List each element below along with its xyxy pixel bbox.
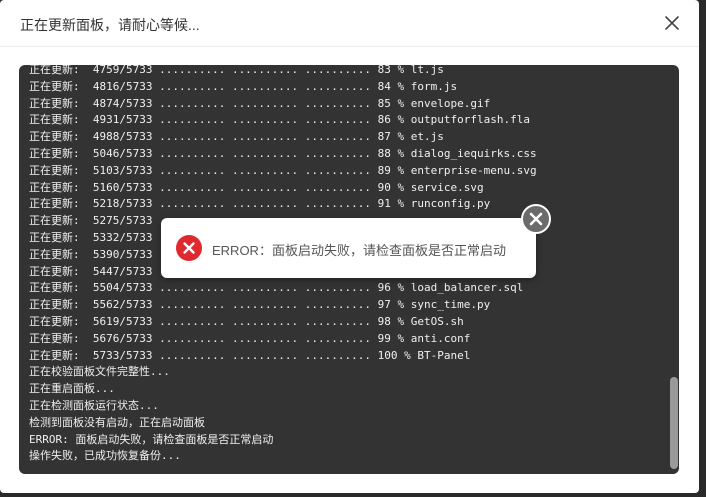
close-icon <box>665 16 679 30</box>
log-line: 正在更新: 4988/5733 .......... .......... ..… <box>29 130 444 144</box>
dialog-title: 正在更新面板，请耐心等候... <box>20 17 200 33</box>
error-toast: ERROR：面板启动失败，请检查面板是否正常启动 <box>161 218 536 278</box>
error-icon <box>176 235 202 261</box>
dialog-close-button[interactable] <box>662 13 682 33</box>
log-line: 正在重启面板... <box>29 382 115 396</box>
log-line: 正在更新: 5676/5733 .......... .......... ..… <box>29 331 471 345</box>
log-line: 操作失败，已成功恢复备份... <box>29 449 181 463</box>
log-line: 正在更新: 5619/5733 .......... .......... ..… <box>29 314 464 328</box>
log-line: 正在更新: 4816/5733 .......... .......... ..… <box>29 79 458 93</box>
log-line: 正在校验面板文件完整性... <box>29 365 170 379</box>
dialog-header: 正在更新面板，请耐心等候... <box>0 0 699 47</box>
log-line: 正在更新: 4931/5733 .......... .......... ..… <box>29 113 530 127</box>
log-line: 正在更新: 5103/5733 .......... .......... ..… <box>29 163 537 177</box>
toast-close-button[interactable] <box>521 204 551 234</box>
log-line: 正在检测面板运行状态... <box>29 398 159 412</box>
console-scrollbar-thumb[interactable] <box>670 377 678 469</box>
log-line: 检测到面板没有启动，正在启动面板 <box>29 415 205 429</box>
error-toast-message: ERROR：面板启动失败，请检查面板是否正常启动 <box>212 243 506 258</box>
log-line: 正在更新: 5733/5733 .......... .......... ..… <box>29 348 471 362</box>
close-circle-icon <box>521 204 551 234</box>
log-line: 正在更新: 5046/5733 .......... .......... ..… <box>29 146 537 160</box>
log-line: 正在更新: 4874/5733 .......... .......... ..… <box>29 96 491 110</box>
log-line: 正在更新: 5562/5733 .......... .......... ..… <box>29 298 491 312</box>
log-line: 正在更新: 5504/5733 .......... .......... ..… <box>29 281 524 295</box>
log-line: 正在更新: 4759/5733 .......... .......... ..… <box>29 65 444 76</box>
log-line: 正在更新: 5218/5733 .......... .......... ..… <box>29 197 491 211</box>
log-line: 正在更新: 5160/5733 .......... .......... ..… <box>29 180 484 194</box>
log-line: ERROR: 面板启动失败，请检查面板是否正常启动 <box>29 432 274 446</box>
